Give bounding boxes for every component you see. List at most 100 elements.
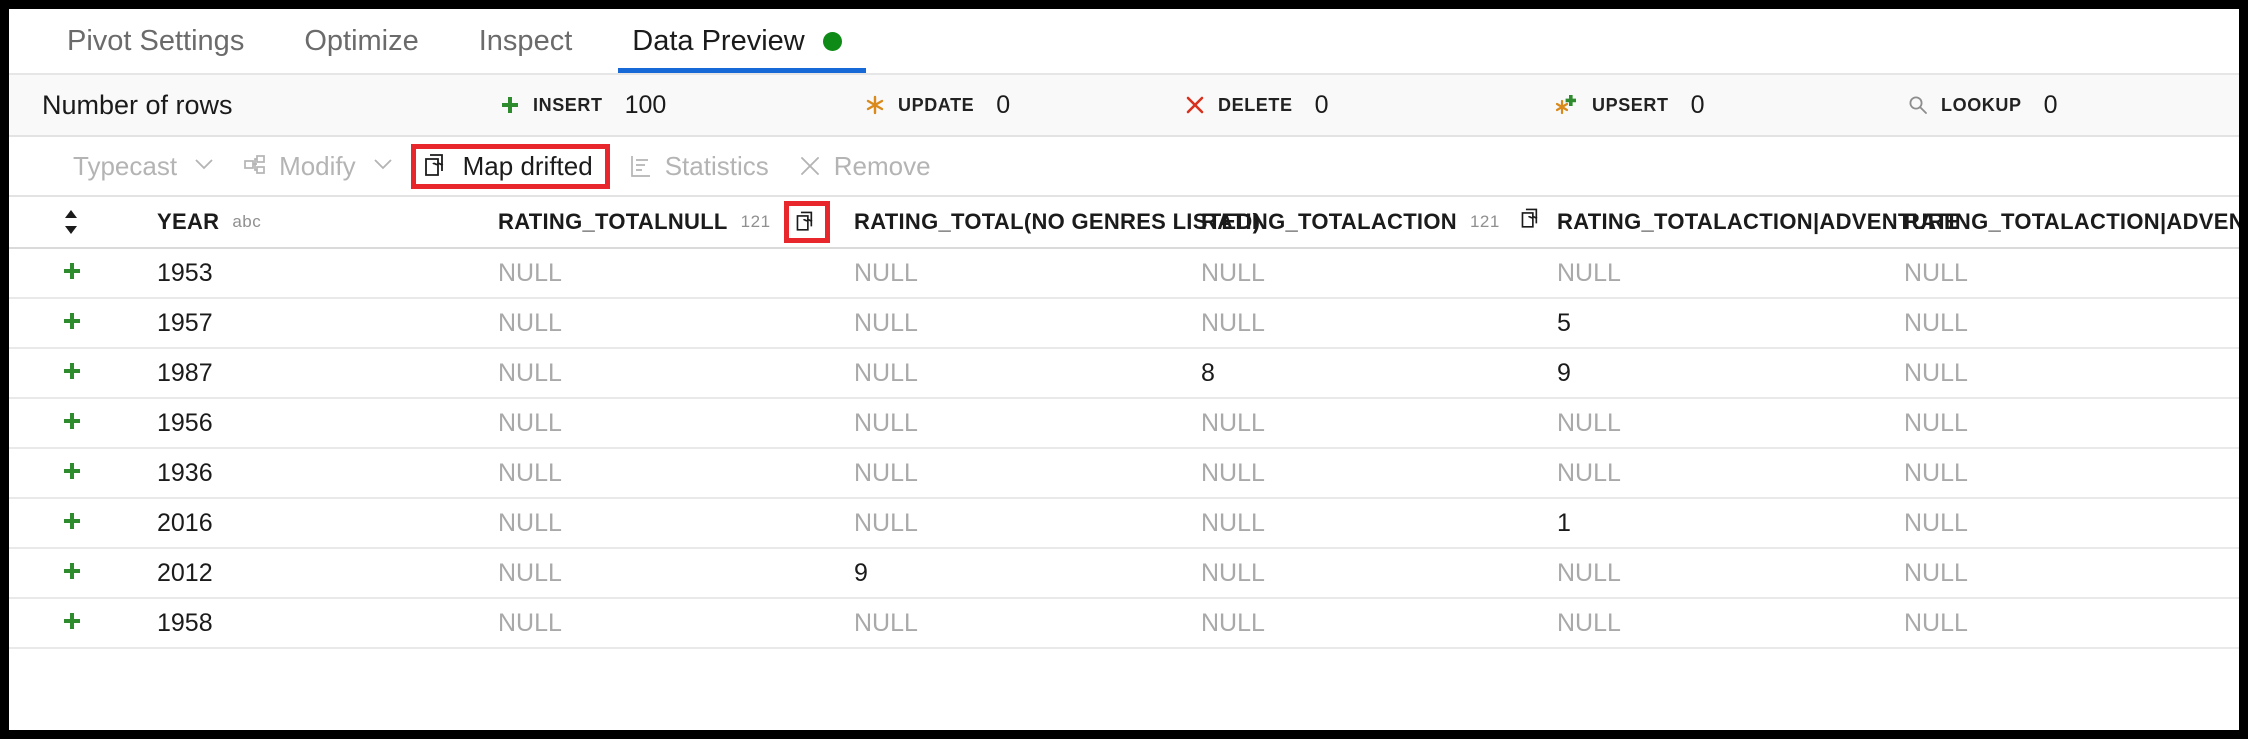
column-name: RATING_TOTALACTION|ADVENTURE|A: [1904, 209, 2239, 234]
map-drifted-icon: [422, 151, 452, 181]
tab-optimize[interactable]: Optimize: [274, 9, 448, 73]
stat-lookup: LOOKUP 0: [1907, 91, 2058, 120]
cell-value: NULL: [1201, 258, 1265, 287]
modify-icon: [242, 153, 268, 179]
cell-value: NULL: [498, 258, 562, 287]
stat-insert: INSERT 100: [499, 91, 666, 120]
cell-year: 1987: [157, 358, 213, 387]
cell-value: NULL: [498, 408, 562, 437]
plus-icon: [61, 460, 83, 487]
column-header-rating-totalaction[interactable]: RATING_TOTALACTION 121: [1201, 205, 1545, 239]
table-row[interactable]: 1953 NULL NULL NULL NULL NULL: [9, 249, 2239, 299]
table-body: 1953 NULL NULL NULL NULL NULL 1957 NULL NULL NULL…: [9, 249, 2239, 649]
cell-value: NULL: [1904, 508, 1968, 537]
status-dot-icon: [822, 31, 842, 51]
column-name: YEAR: [157, 209, 220, 234]
plus-icon: [61, 610, 83, 637]
column-header-rating-total-no-genres-listed[interactable]: RATING_TOTAL(NO GENRES LISTED): [854, 209, 1260, 235]
plus-icon: [61, 510, 83, 537]
cell-value: NULL: [1557, 558, 1621, 587]
tab-label: Pivot Settings: [67, 24, 245, 57]
plus-icon: [61, 410, 83, 437]
remove-label: Remove: [833, 150, 931, 181]
cell-value: 9: [854, 558, 868, 587]
table-row[interactable]: 2012 NULL 9 NULL NULL NULL: [9, 549, 2239, 599]
column-drift-icon[interactable]: [783, 201, 830, 243]
table-row[interactable]: 1936 NULL NULL NULL NULL NULL: [9, 449, 2239, 499]
cell-value: NULL: [1201, 408, 1265, 437]
table-header-row: YEAR abc RATING_TOTALNULL 121 RATING_TOT…: [9, 197, 2239, 249]
column-header-rating-totalaction-adventure-a[interactable]: RATING_TOTALACTION|ADVENTURE|A: [1904, 209, 2239, 235]
asterisk-plus-icon: [1554, 93, 1580, 117]
close-x-icon: [1184, 94, 1206, 116]
column-header-rating-totalaction-adventure[interactable]: RATING_TOTALACTION|ADVENTURE: [1557, 209, 1959, 235]
map-drifted-button[interactable]: Map drifted: [410, 143, 610, 189]
column-toolbar: Typecast Modify Map drifted Statistics R…: [9, 137, 2239, 197]
stat-value: 0: [996, 90, 1011, 119]
table-row[interactable]: 1957 NULL NULL NULL 5 NULL: [9, 299, 2239, 349]
statistics-button[interactable]: Statistics: [614, 145, 783, 188]
tab-label: Data Preview: [632, 24, 805, 57]
cell-value: NULL: [1201, 558, 1265, 587]
data-preview-panel: Pivot Settings Optimize Inspect Data Pre…: [0, 0, 2248, 739]
search-icon: [1907, 94, 1929, 116]
active-tab-underline: [618, 68, 866, 73]
column-drift-icon[interactable]: [1519, 205, 1545, 239]
cell-value: NULL: [498, 458, 562, 487]
column-type: 121: [740, 212, 771, 231]
tab-bar: Pivot Settings Optimize Inspect Data Pre…: [9, 9, 2239, 75]
column-name: RATING_TOTALACTION|ADVENTURE: [1557, 209, 1959, 234]
asterisk-icon: [864, 94, 886, 116]
table-row[interactable]: 2016 NULL NULL NULL 1 NULL: [9, 499, 2239, 549]
cell-value: 8: [1201, 358, 1215, 387]
column-name: RATING_TOTAL(NO GENRES LISTED): [854, 209, 1261, 234]
cell-value: NULL: [854, 408, 918, 437]
typecast-label: Typecast: [73, 150, 178, 181]
cell-value: NULL: [1904, 458, 1968, 487]
cell-value: NULL: [498, 508, 562, 537]
close-x-icon: [797, 153, 823, 179]
cell-value: NULL: [1557, 408, 1621, 437]
column-type: 121: [1469, 212, 1500, 231]
cell-value: NULL: [1904, 258, 1968, 287]
chevron-down-icon: [373, 156, 393, 176]
cell-year: 1957: [157, 308, 213, 337]
sort-updown-icon[interactable]: [61, 207, 81, 237]
column-header-year[interactable]: YEAR abc: [157, 209, 261, 235]
cell-value: 1: [1557, 508, 1571, 537]
cell-value: NULL: [1904, 358, 1968, 387]
stat-update: UPDATE 0: [864, 91, 1010, 120]
cell-value: NULL: [1201, 608, 1265, 637]
table-row[interactable]: 1956 NULL NULL NULL NULL NULL: [9, 399, 2239, 449]
remove-button[interactable]: Remove: [783, 145, 945, 188]
stat-label: INSERT: [533, 94, 603, 115]
plus-icon: [61, 560, 83, 587]
column-name: RATING_TOTALACTION: [1201, 209, 1457, 234]
stat-label: LOOKUP: [1941, 94, 2022, 115]
map-drifted-label: Map drifted: [462, 150, 593, 181]
stat-label: DELETE: [1218, 94, 1293, 115]
cell-value: NULL: [854, 308, 918, 337]
tab-pivot-settings[interactable]: Pivot Settings: [37, 9, 274, 73]
table-row[interactable]: 1958 NULL NULL NULL NULL NULL: [9, 599, 2239, 649]
cell-value: NULL: [1201, 508, 1265, 537]
chevron-down-icon: [194, 156, 214, 176]
stat-delete: DELETE 0: [1184, 91, 1329, 120]
tab-inspect[interactable]: Inspect: [449, 9, 603, 73]
plus-icon: [61, 360, 83, 387]
statistics-icon: [628, 153, 654, 179]
cell-value: 5: [1557, 308, 1571, 337]
column-type: abc: [232, 212, 262, 231]
cell-value: NULL: [1904, 408, 1968, 437]
tab-label: Optimize: [304, 24, 419, 57]
tab-data-preview[interactable]: Data Preview: [602, 9, 871, 73]
column-header-rating-totalnull[interactable]: RATING_TOTALNULL 121: [498, 201, 830, 243]
cell-value: NULL: [1904, 308, 1968, 337]
stat-upsert: UPSERT 0: [1554, 91, 1705, 120]
stat-value: 0: [2043, 90, 2058, 119]
typecast-button[interactable]: Typecast: [59, 145, 228, 188]
column-name: RATING_TOTALNULL: [498, 209, 728, 234]
table-row[interactable]: 1987 NULL NULL 8 9 NULL: [9, 349, 2239, 399]
cell-year: 1936: [157, 458, 213, 487]
modify-button[interactable]: Modify: [228, 145, 407, 188]
